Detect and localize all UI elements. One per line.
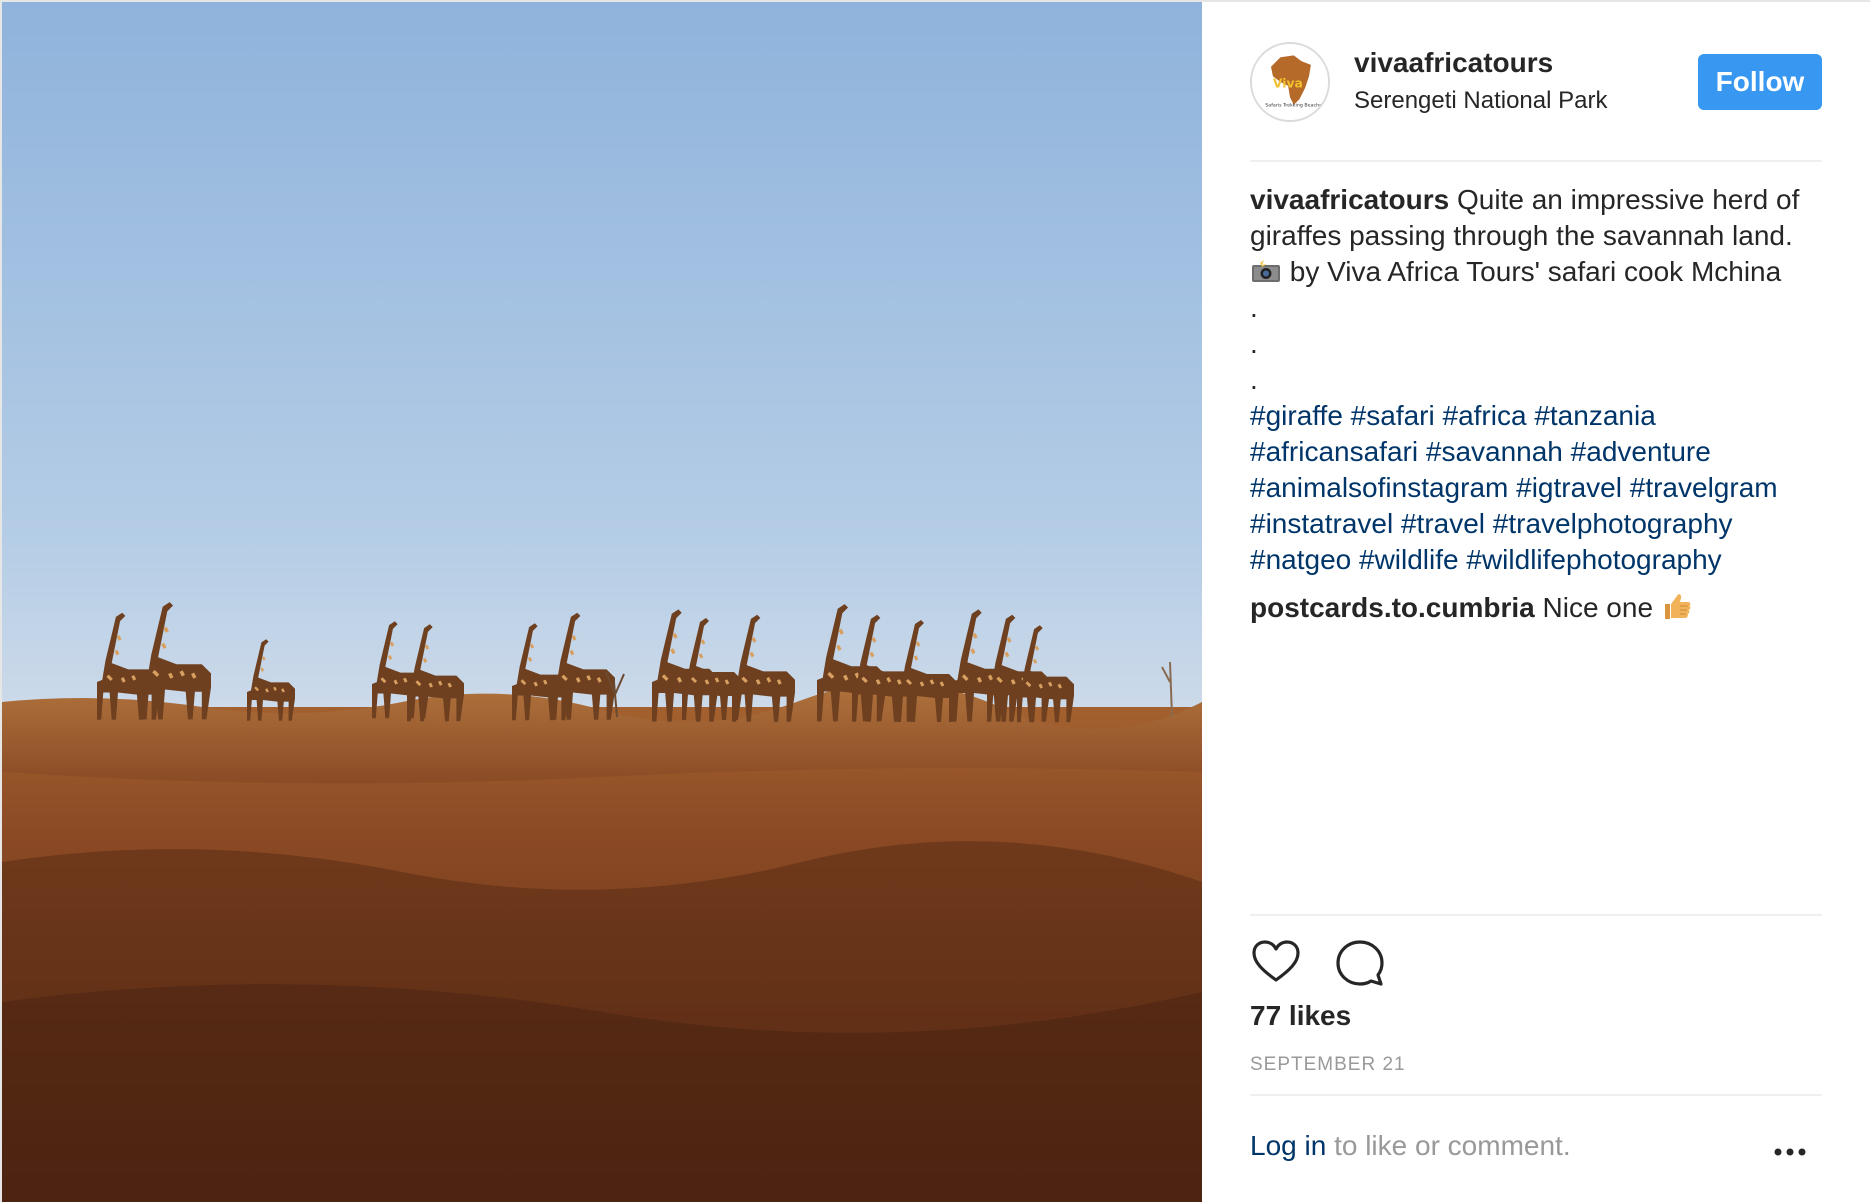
instagram-post: Viva Safaris Trekking Beaches vivaafrica… [0,0,1870,1202]
divider [1250,1094,1822,1096]
hashtag-link[interactable]: #travel [1401,508,1485,539]
hashtag-link[interactable]: #igtravel [1516,472,1622,503]
follow-button[interactable]: Follow [1698,54,1822,110]
hashtag-link[interactable]: #adventure [1571,436,1711,467]
hashtag-link[interactable]: #natgeo [1250,544,1351,575]
user-info: vivaafricatours Serengeti National Park [1354,46,1607,118]
svg-text:Viva: Viva [1273,77,1303,91]
caption-text-line3: by Viva Africa Tours' safari cook Mchina [1289,256,1782,287]
viva-africa-tours-logo: Viva Safaris Trekking Beaches [1252,44,1328,120]
header-username[interactable]: vivaafricatours [1354,46,1607,80]
hashtag-link[interactable]: #instatravel [1250,508,1393,539]
more-options-button[interactable] [1770,1140,1810,1164]
hashtag-link[interactable]: #safari [1351,400,1435,431]
hashtag-link[interactable]: #tanzania [1534,400,1655,431]
comment-text: Nice one [1542,592,1654,623]
hashtag-link[interactable]: #wildlife [1359,544,1459,575]
caption-username[interactable]: vivaafricatours [1250,184,1449,215]
comment-bubble-icon [1336,940,1385,986]
caption-dot-1: . [1250,292,1258,323]
like-button[interactable] [1250,936,1302,988]
location-link[interactable]: Serengeti National Park [1354,84,1607,118]
caption-text-line2: giraffes passing through the savannah la… [1250,220,1793,251]
caption-text-line1: Quite an impressive herd of [1457,184,1800,215]
post-header: Viva Safaris Trekking Beaches vivaafrica… [1250,38,1822,162]
thumbs-up-icon [1664,594,1691,619]
login-prompt-text: to like or comment. [1334,1130,1571,1161]
comment-username[interactable]: postcards.to.cumbria [1250,592,1535,623]
hashtags: #giraffe #safari #africa #tanzania #afri… [1250,398,1822,578]
likes-count[interactable]: 77 likes [1250,1000,1351,1032]
hashtag-link[interactable]: #travelgram [1630,472,1778,503]
camera-flash-icon [1252,258,1280,282]
comment-button[interactable] [1334,936,1386,988]
hashtag-link[interactable]: #travelphotography [1493,508,1733,539]
post-date: SEPTEMBER 21 [1250,1054,1406,1075]
post-photo[interactable] [2,2,1202,1202]
comments-section: vivaafricatours Quite an impressive herd… [1250,182,1822,626]
svg-text:Safaris Trekking Beaches: Safaris Trekking Beaches [1265,103,1325,109]
hashtag-link[interactable]: #giraffe [1250,400,1343,431]
login-link[interactable]: Log in [1250,1130,1326,1161]
comment-item: postcards.to.cumbria Nice one [1250,590,1822,626]
hashtag-link[interactable]: #animalsofinstagram [1250,472,1508,503]
login-prompt: Log in to like or comment. [1250,1130,1571,1162]
hashtag-link[interactable]: #wildlifephotography [1466,544,1721,575]
post-details-panel: Viva Safaris Trekking Beaches vivaafrica… [1202,2,1870,1202]
caption: vivaafricatours Quite an impressive herd… [1250,182,1822,578]
caption-dot-3: . [1250,364,1258,395]
heart-icon [1252,940,1300,982]
hashtag-link[interactable]: #africa [1443,400,1527,431]
avatar[interactable]: Viva Safaris Trekking Beaches [1250,42,1330,122]
hashtag-link[interactable]: #africansafari [1250,436,1418,467]
hashtag-link[interactable]: #savannah [1426,436,1563,467]
action-bar [1250,936,1414,992]
divider [1250,914,1822,916]
caption-dot-2: . [1250,328,1258,359]
giraffe-herd-photo [2,2,1202,1202]
more-options-icon [1774,1148,1806,1156]
